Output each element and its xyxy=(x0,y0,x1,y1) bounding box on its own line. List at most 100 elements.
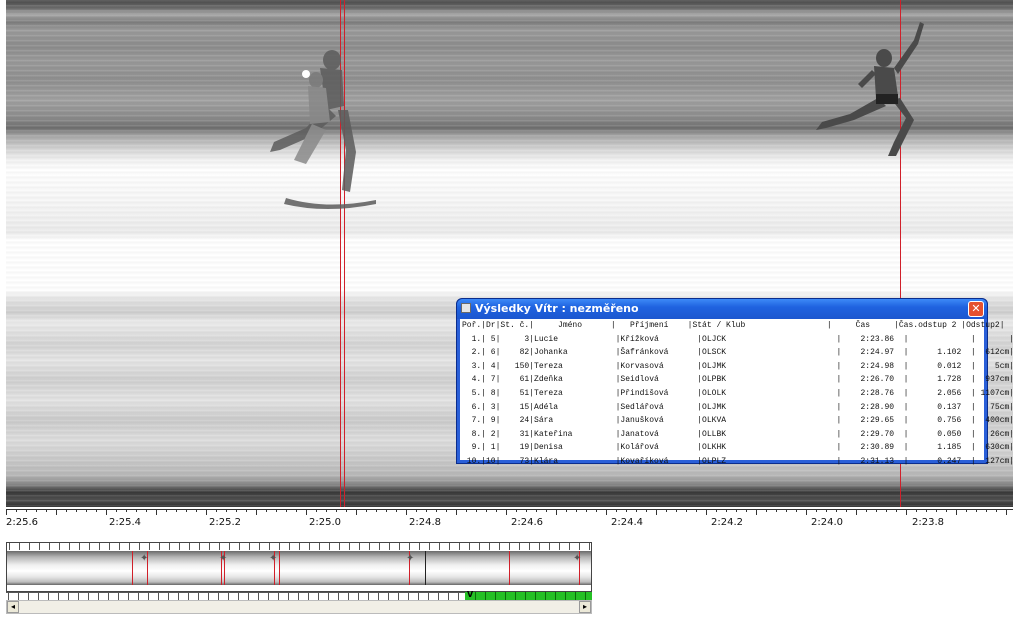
time-axis-tick xyxy=(596,509,597,512)
close-icon[interactable]: ✕ xyxy=(968,301,984,317)
range-tick xyxy=(525,592,526,600)
overview-tick xyxy=(589,543,590,550)
time-axis-tick xyxy=(706,509,707,515)
time-axis-tick xyxy=(36,509,37,512)
scroll-right-button[interactable]: ▸ xyxy=(579,601,591,613)
overview-tick xyxy=(39,543,40,550)
time-axis-tick xyxy=(506,509,507,515)
range-tick xyxy=(505,592,506,600)
results-row[interactable]: 6.| 3| 15|Adéla |Sedlářová |OLJMK | 2:28… xyxy=(460,401,1015,415)
time-axis-tick xyxy=(816,509,817,512)
overview-tick xyxy=(399,543,400,550)
time-label: 2:25.6 xyxy=(6,517,38,528)
overview-tick xyxy=(149,543,150,550)
time-axis[interactable]: 2:25.6 2:25.4 2:25.2 2:25.0 2:24.8 2:24.… xyxy=(0,507,1019,535)
time-axis-tick xyxy=(776,509,777,512)
results-row[interactable]: 2.| 6| 82|Johanka |Šafránková |OLSCK | 2… xyxy=(460,346,1015,360)
results-row[interactable]: 9.| 1| 19|Denisa |Kolářová |OLKHK | 2:30… xyxy=(460,441,1015,455)
results-row[interactable]: 7.| 9| 24|Sára |Janušková |OLKVA | 2:29.… xyxy=(460,414,1015,428)
time-label: 2:23.8 xyxy=(912,517,944,528)
time-axis-tick xyxy=(476,509,477,512)
time-axis-tick xyxy=(986,509,987,512)
time-label: 2:24.4 xyxy=(611,517,643,528)
results-window[interactable]: Výsledky Vítr : nezměřeno ✕ Poř.|Dr|St. … xyxy=(456,298,1015,466)
overview-strip[interactable]: ✦ ✦ ✦ ✦ ✦ xyxy=(6,542,592,592)
time-axis-tick xyxy=(116,509,117,512)
overview-tick xyxy=(79,543,80,550)
time-axis-tick xyxy=(406,509,407,515)
time-axis-tick xyxy=(856,509,857,515)
overview-scale-tick xyxy=(348,593,349,600)
overview-scale-tick xyxy=(78,593,79,600)
overview-scale-tick xyxy=(268,593,269,600)
time-axis-tick xyxy=(306,509,307,515)
time-axis-tick xyxy=(646,509,647,512)
overview-scale-tick xyxy=(38,593,39,600)
overview-scale-tick xyxy=(108,593,109,600)
overview-tick xyxy=(59,543,60,550)
time-axis-tick xyxy=(276,509,277,512)
overview-tick xyxy=(89,543,90,550)
overview-tick xyxy=(369,543,370,550)
overview-scale-tick xyxy=(148,593,149,600)
results-row[interactable]: 3.| 4| 150|Tereza |Korvasová |OLJMK | 2:… xyxy=(460,360,1015,374)
range-tick xyxy=(555,592,556,600)
scroll-left-button[interactable]: ◂ xyxy=(7,601,19,613)
overview-tick xyxy=(199,543,200,550)
overview-tick xyxy=(49,543,50,550)
results-row[interactable]: 1.| 5| 3|Lucie |Křížková |OLJCK | 2:23.8… xyxy=(460,333,1015,347)
overview-tick xyxy=(119,543,120,550)
overview-scale-tick xyxy=(128,593,129,600)
time-axis-tick xyxy=(996,509,997,512)
time-axis-tick xyxy=(296,509,297,512)
overview-scale-tick xyxy=(278,593,279,600)
time-axis-tick xyxy=(46,509,47,512)
overview-tick xyxy=(219,543,220,550)
time-axis-tick xyxy=(726,509,727,512)
overview-tick xyxy=(529,543,530,550)
visible-range-indicator[interactable]: V xyxy=(465,590,592,600)
range-tick xyxy=(545,592,546,600)
horizontal-scrollbar[interactable]: ◂ ▸ xyxy=(6,600,592,614)
overview-tick xyxy=(559,543,560,550)
overview-tick xyxy=(19,543,20,550)
time-axis-tick xyxy=(926,509,927,512)
time-axis-tick xyxy=(906,509,907,515)
range-tick xyxy=(485,592,486,600)
time-axis-tick xyxy=(266,509,267,512)
results-row[interactable]: 4.| 7| 61|Zdeňka |Seidlová |OLPBK | 2:26… xyxy=(460,373,1015,387)
overview-scale-tick xyxy=(428,593,429,600)
results-row[interactable]: 10.|10| 73|Klára |Kovaříková |OLPLZ | 2:… xyxy=(460,455,1014,469)
overview-tick xyxy=(459,543,460,550)
overview-scale-tick xyxy=(388,593,389,600)
overview-tick xyxy=(479,543,480,550)
time-axis-tick xyxy=(66,509,67,512)
overview-scale-tick xyxy=(98,593,99,600)
overview-scale-tick xyxy=(208,593,209,600)
time-axis-tick xyxy=(126,509,127,512)
time-axis-tick xyxy=(846,509,847,512)
time-axis-tick xyxy=(446,509,447,512)
overview-scale-tick xyxy=(58,593,59,600)
time-axis-tick xyxy=(786,509,787,512)
overview-athlete-icon: ✦ xyxy=(406,553,415,564)
overview-tick xyxy=(359,543,360,550)
overview-tick xyxy=(209,543,210,550)
overview-tick xyxy=(229,543,230,550)
time-axis-tick xyxy=(546,509,547,512)
overview-tick xyxy=(429,543,430,550)
overview-image xyxy=(7,551,591,585)
results-window-titlebar[interactable]: Výsledky Vítr : nezměřeno ✕ xyxy=(457,299,987,319)
overview-cursor-line xyxy=(279,551,280,585)
time-axis-tick xyxy=(376,509,377,512)
time-axis-tick xyxy=(576,509,577,512)
results-row[interactable]: 5.| 8| 51|Tereza |Přindišová |OLOLK | 2:… xyxy=(460,387,1015,401)
time-axis-tick xyxy=(746,509,747,512)
time-label: 2:25.2 xyxy=(209,517,241,528)
results-row[interactable]: 8.| 2| 31|Kateřina |Janatová |OLLBK | 2:… xyxy=(460,428,1015,442)
time-axis-tick xyxy=(96,509,97,512)
time-axis-tick xyxy=(86,509,87,512)
overview-tick xyxy=(319,543,320,550)
results-window-title: Výsledky Vítr : nezměřeno xyxy=(475,302,639,315)
overview-scale-tick xyxy=(168,593,169,600)
